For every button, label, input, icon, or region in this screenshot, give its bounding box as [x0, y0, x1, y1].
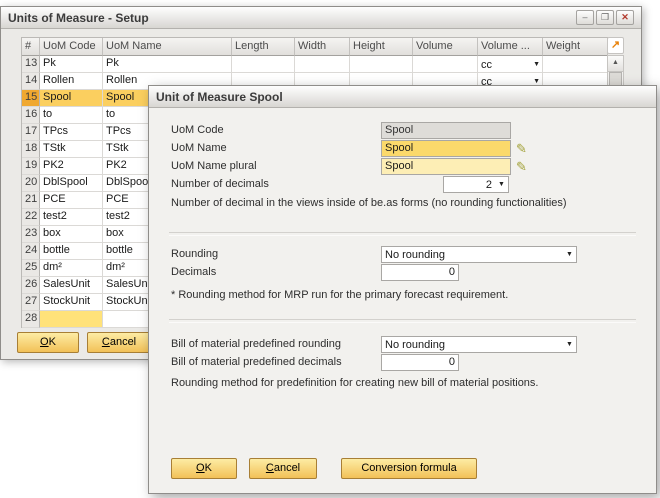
cell-num[interactable]: 18	[22, 141, 40, 158]
cell-num[interactable]: 25	[22, 260, 40, 277]
column-header-code[interactable]: UoM Code	[40, 38, 103, 56]
column-header-name[interactable]: UoM Name	[103, 38, 232, 56]
cancel-button[interactable]: Cancel	[87, 332, 151, 353]
cell-num[interactable]: 19	[22, 158, 40, 175]
cell-num[interactable]: 17	[22, 124, 40, 141]
column-header-width[interactable]: Width	[295, 38, 350, 56]
uom-table-header: #UoM CodeUoM NameLengthWidthHeightVolume…	[22, 38, 608, 56]
mrp-rounding-note: * Rounding method for MRP run for the pr…	[171, 288, 508, 302]
cell-num[interactable]: 15	[22, 90, 40, 107]
cell-volume[interactable]	[413, 56, 478, 73]
uom-name-plural-field[interactable]: Spool	[381, 158, 511, 175]
cell-num[interactable]: 20	[22, 175, 40, 192]
edit-pencil-icon[interactable]: ✎	[516, 159, 527, 174]
cell-num[interactable]: 28	[22, 311, 40, 328]
cell-vunit[interactable]: cc ▼	[478, 56, 543, 73]
bom-rounding-label: Bill of material predefined rounding	[171, 336, 341, 352]
main-window-title: Units of Measure - Setup	[8, 11, 149, 25]
cell-num[interactable]: 22	[22, 209, 40, 226]
cell-height[interactable]	[350, 56, 413, 73]
conversion-formula-button[interactable]: Conversion formula	[341, 458, 477, 479]
close-button-icon[interactable]: ✕	[616, 10, 634, 25]
cell-code[interactable]: bottle	[40, 243, 103, 260]
rounding-label: Rounding	[171, 246, 218, 262]
section-divider	[169, 319, 636, 323]
cell-code[interactable]: TPcs	[40, 124, 103, 141]
cell-code[interactable]: test2	[40, 209, 103, 226]
cell-weight[interactable]	[543, 56, 608, 73]
cell-code[interactable]: StockUnit	[40, 294, 103, 311]
cell-code[interactable]: Pk	[40, 56, 103, 73]
cell-num[interactable]: 16	[22, 107, 40, 124]
cell-code[interactable]: TStk	[40, 141, 103, 158]
uom-detail-dialog: Unit of Measure Spool UoM Code Spool UoM…	[148, 85, 657, 494]
cell-code[interactable]: PK2	[40, 158, 103, 175]
maximize-button-icon[interactable]: ❐	[596, 10, 614, 25]
column-header-weight[interactable]: Weight	[543, 38, 608, 56]
cell-name[interactable]: Pk	[103, 56, 232, 73]
number-of-decimals-label: Number of decimals	[171, 176, 269, 192]
cell-code[interactable]: box	[40, 226, 103, 243]
decimals-note: Number of decimal in the views inside of…	[171, 196, 567, 210]
chevron-down-icon: ▼	[533, 61, 540, 68]
cell-num[interactable]: 23	[22, 226, 40, 243]
column-header-length[interactable]: Length	[232, 38, 295, 56]
number-of-decimals-dropdown[interactable]: 2 ▼	[443, 176, 509, 193]
table-row[interactable]: 13PkPkcc▼	[22, 56, 608, 73]
expand-form-icon[interactable]: ↗	[607, 37, 624, 54]
column-header-num[interactable]: #	[22, 38, 40, 56]
cell-code[interactable]: Rollen	[40, 73, 103, 90]
scroll-up-icon[interactable]: ▲	[608, 56, 623, 72]
ok-button[interactable]: OK	[17, 332, 79, 353]
uom-code-field: Spool	[381, 122, 511, 139]
main-window-titlebar[interactable]: Units of Measure - Setup – ❐ ✕	[1, 7, 641, 29]
column-header-volume[interactable]: Volume	[413, 38, 478, 56]
cell-code[interactable]: PCE	[40, 192, 103, 209]
chevron-down-icon: ▼	[563, 341, 576, 348]
edit-pencil-icon[interactable]: ✎	[516, 141, 527, 156]
cell-num[interactable]: 21	[22, 192, 40, 209]
section-divider	[169, 232, 636, 236]
cell-length[interactable]	[232, 56, 295, 73]
dialog-cancel-button[interactable]: Cancel	[249, 458, 317, 479]
chevron-down-icon: ▼	[533, 78, 540, 85]
bom-rounding-dropdown[interactable]: No rounding ▼	[381, 336, 577, 353]
cell-num[interactable]: 24	[22, 243, 40, 260]
bom-decimals-field[interactable]: 0	[381, 354, 459, 371]
dialog-title: Unit of Measure Spool	[156, 90, 283, 104]
decimals-field[interactable]: 0	[381, 264, 459, 281]
rounding-dropdown[interactable]: No rounding ▼	[381, 246, 577, 263]
minimize-button-icon[interactable]: –	[576, 10, 594, 25]
cell-code[interactable]	[40, 311, 103, 328]
window-controls: – ❐ ✕	[576, 10, 634, 25]
dialog-titlebar[interactable]: Unit of Measure Spool	[149, 86, 656, 108]
uom-code-label: UoM Code	[171, 122, 224, 138]
bom-decimals-label: Bill of material predefined decimals	[171, 354, 342, 370]
chevron-down-icon: ▼	[495, 181, 508, 188]
chevron-down-icon: ▼	[563, 251, 576, 258]
cell-code[interactable]: dm²	[40, 260, 103, 277]
cell-width[interactable]	[295, 56, 350, 73]
cell-num[interactable]: 14	[22, 73, 40, 90]
cell-code[interactable]: DblSpool	[40, 175, 103, 192]
column-header-vunit[interactable]: Volume ...	[478, 38, 543, 56]
cell-code[interactable]: to	[40, 107, 103, 124]
cell-num[interactable]: 27	[22, 294, 40, 311]
volume-unit-value: cc	[481, 59, 492, 71]
decimals-label: Decimals	[171, 264, 216, 280]
cell-code[interactable]: SalesUnit	[40, 277, 103, 294]
dialog-ok-button[interactable]: OK	[171, 458, 237, 479]
bom-rounding-note: Rounding method for predefinition for cr…	[171, 376, 538, 390]
uom-name-label: UoM Name	[171, 140, 227, 156]
cell-num[interactable]: 26	[22, 277, 40, 294]
uom-name-plural-label: UoM Name plural	[171, 158, 257, 174]
cell-num[interactable]: 13	[22, 56, 40, 73]
uom-name-field[interactable]: Spool	[381, 140, 511, 157]
cell-code[interactable]: Spool	[40, 90, 103, 107]
column-header-height[interactable]: Height	[350, 38, 413, 56]
